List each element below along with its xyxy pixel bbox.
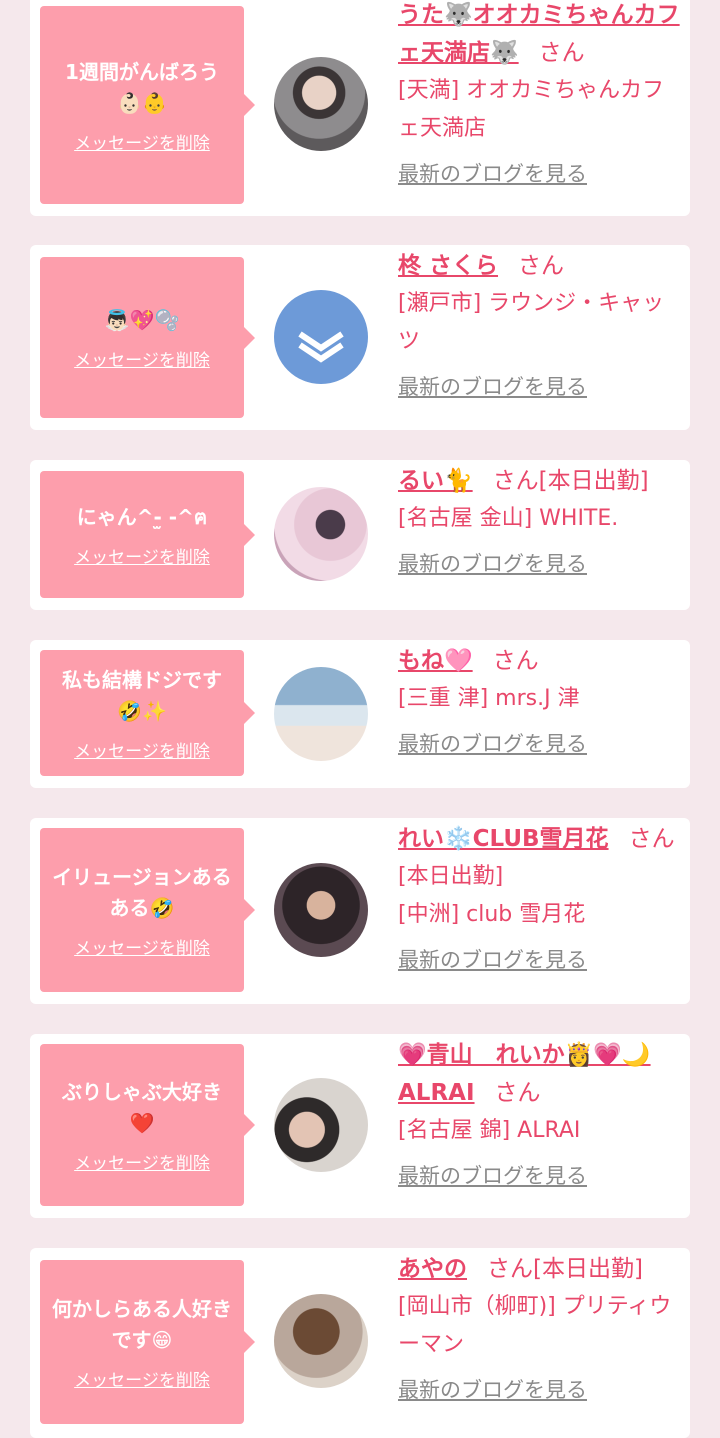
- avatar[interactable]: [274, 863, 368, 957]
- shop-label: [名古屋 錦] ALRAI: [398, 1118, 581, 1143]
- cast-info: 💗青山 れいか👸💗🌙 ALRAI さん [名古屋 錦] ALRAI 最新のブログを…: [398, 1036, 684, 1190]
- cast-info: 柊 さくら さん [瀬戸市] ラウンジ・キャッツ 最新のブログを見る: [398, 247, 684, 401]
- delete-message-link[interactable]: メッセージを削除: [74, 737, 210, 762]
- message-card: ぶりしゃぶ大好き❤️ メッセージを削除 💗青山 れいか👸💗🌙 ALRAI さん […: [30, 1034, 690, 1218]
- honorific: さん: [494, 1080, 541, 1106]
- cast-name-line: 💗青山 れいか👸💗🌙 ALRAI さん: [398, 1036, 684, 1112]
- cast-name-link[interactable]: るい🐈: [398, 468, 473, 494]
- honorific: さん[本日出勤]: [492, 468, 649, 494]
- honorific: さん: [628, 826, 675, 852]
- message-bubble: 何かしらある人好きです😁 メッセージを削除: [40, 1260, 255, 1424]
- delete-message-link[interactable]: メッセージを削除: [74, 1149, 210, 1174]
- view-blog-link[interactable]: 最新のブログを見る: [398, 371, 587, 401]
- status-label: [本日出勤]: [398, 864, 504, 889]
- avatar[interactable]: [274, 1078, 368, 1172]
- message-card: 私も結構ドジです🤣✨ メッセージを削除 もね🩷 さん [三重 津] mrs.J 津…: [30, 640, 690, 788]
- cast-name-line: れい❄️CLUB雪月花 さん: [398, 820, 684, 858]
- message-bubble: 👼🏻💖🫧 メッセージを削除: [40, 257, 255, 418]
- message-card: にゃん^-̫ -^ฅ メッセージを削除 るい🐈 さん[本日出勤] [名古屋 金山]…: [30, 460, 690, 610]
- avatar[interactable]: [274, 57, 368, 151]
- cast-info: れい❄️CLUB雪月花 さん [本日出勤] [中洲] club 雪月花 最新のブロ…: [398, 820, 684, 974]
- shop-label: [瀬戸市] ラウンジ・キャッツ: [398, 291, 665, 354]
- message-bubble: 私も結構ドジです🤣✨ メッセージを削除: [40, 650, 255, 776]
- cast-name-line: もね🩷 さん: [398, 642, 684, 680]
- view-blog-link[interactable]: 最新のブログを見る: [398, 728, 587, 758]
- cast-name-line: うた🐺オオカミちゃんカフェ天満店🐺 さん: [398, 0, 684, 72]
- delete-message-link[interactable]: メッセージを削除: [74, 129, 210, 154]
- message-text: にゃん^-̫ -^ฅ: [76, 504, 208, 529]
- message-text: 何かしらある人好きです😁: [52, 1296, 232, 1352]
- avatar[interactable]: [274, 667, 368, 761]
- view-blog-link[interactable]: 最新のブログを見る: [398, 1374, 587, 1404]
- message-card: 何かしらある人好きです😁 メッセージを削除 あやの さん[本日出勤] [岡山市（柳…: [30, 1248, 690, 1438]
- shop-label: [天満] オオカミちゃんカフェ天満店: [398, 78, 665, 141]
- cast-info: るい🐈 さん[本日出勤] [名古屋 金山] WHITE. 最新のブログを見る: [398, 462, 684, 578]
- view-blog-link[interactable]: 最新のブログを見る: [398, 158, 587, 188]
- delete-message-link[interactable]: メッセージを削除: [74, 543, 210, 568]
- message-text: 👼🏻💖🫧: [104, 307, 180, 332]
- avatar[interactable]: [274, 487, 368, 581]
- message-bubble: にゃん^-̫ -^ฅ メッセージを削除: [40, 471, 255, 598]
- cast-info: うた🐺オオカミちゃんカフェ天満店🐺 さん [天満] オオカミちゃんカフェ天満店 最…: [398, 0, 684, 188]
- honorific: さん: [538, 40, 585, 66]
- delete-message-link[interactable]: メッセージを削除: [74, 934, 210, 959]
- honorific: さん[本日出勤]: [487, 1256, 643, 1282]
- message-card: 👼🏻💖🫧 メッセージを削除 柊 さくら さん [瀬戸市] ラウンジ・キャッツ 最新…: [30, 245, 690, 430]
- shop-label: [名古屋 金山] WHITE.: [398, 506, 619, 531]
- honorific: さん: [492, 648, 539, 674]
- cast-name-line: あやの さん[本日出勤]: [398, 1250, 684, 1288]
- message-bubble: ぶりしゃぶ大好き❤️ メッセージを削除: [40, 1044, 255, 1206]
- message-text: 私も結構ドジです🤣✨: [62, 667, 222, 723]
- view-blog-link[interactable]: 最新のブログを見る: [398, 944, 587, 974]
- message-bubble: 1週間がんばろう 👶🏻👶 メッセージを削除: [40, 6, 255, 204]
- cast-info: もね🩷 さん [三重 津] mrs.J 津 最新のブログを見る: [398, 642, 684, 758]
- view-blog-link[interactable]: 最新のブログを見る: [398, 548, 587, 578]
- cast-info: あやの さん[本日出勤] [岡山市（柳町)] プリティウーマン 最新のブログを見る: [398, 1250, 684, 1404]
- view-blog-link[interactable]: 最新のブログを見る: [398, 1160, 587, 1190]
- avatar[interactable]: [274, 1294, 368, 1388]
- delete-message-link[interactable]: メッセージを削除: [74, 346, 210, 371]
- cast-name-line: るい🐈 さん[本日出勤]: [398, 462, 684, 500]
- shop-label: [中洲] club 雪月花: [398, 902, 586, 927]
- message-card: 1週間がんばろう 👶🏻👶 メッセージを削除 うた🐺オオカミちゃんカフェ天満店🐺 さ…: [30, 0, 690, 216]
- message-text: イリュージョンあるある🤣: [52, 864, 232, 920]
- message-text: 1週間がんばろう 👶🏻👶: [65, 59, 219, 115]
- message-bubble: イリュージョンあるある🤣 メッセージを削除: [40, 828, 255, 992]
- default-avatar-icon: [298, 331, 344, 363]
- message-card: イリュージョンあるある🤣 メッセージを削除 れい❄️CLUB雪月花 さん [本日出…: [30, 818, 690, 1004]
- shop-label: [三重 津] mrs.J 津: [398, 686, 580, 711]
- cast-name-link[interactable]: もね🩷: [398, 648, 473, 674]
- message-text: ぶりしゃぶ大好き❤️: [62, 1079, 222, 1135]
- avatar[interactable]: [274, 290, 368, 384]
- cast-name-link[interactable]: あやの: [398, 1256, 467, 1282]
- cast-name-link[interactable]: れい❄️CLUB雪月花: [398, 826, 609, 852]
- delete-message-link[interactable]: メッセージを削除: [74, 1366, 210, 1391]
- cast-name-line: 柊 さくら さん: [398, 247, 684, 285]
- cast-name-link[interactable]: 柊 さくら: [398, 253, 498, 279]
- honorific: さん: [518, 253, 565, 279]
- shop-label: [岡山市（柳町)] プリティウーマン: [398, 1294, 672, 1357]
